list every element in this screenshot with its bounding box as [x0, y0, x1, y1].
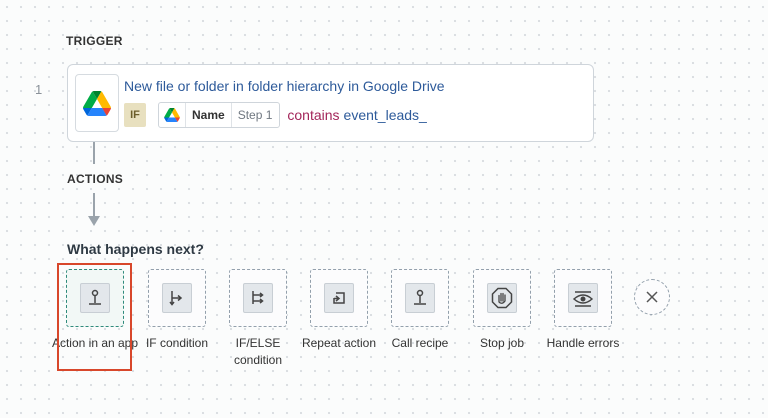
next-step-question: What happens next? — [67, 241, 204, 257]
close-button[interactable] — [634, 279, 670, 315]
option-stop-job[interactable]: Stop job — [473, 269, 531, 352]
connector-line — [93, 142, 95, 164]
stop-hand-icon — [487, 283, 517, 313]
trigger-card[interactable]: New file or folder in folder hierarchy i… — [67, 64, 594, 142]
trigger-section-label: TRIGGER — [66, 34, 123, 48]
option-label: Stop job — [479, 336, 525, 350]
actions-section-label: ACTIONS — [67, 172, 124, 186]
option-tile[interactable] — [473, 269, 531, 327]
repeat-icon — [324, 283, 354, 313]
option-tile[interactable] — [229, 269, 287, 327]
google-drive-icon — [83, 90, 111, 116]
option-label: Action in an app — [51, 336, 139, 350]
datapill-field-name: Name — [185, 103, 231, 127]
flow-arrow-line — [93, 193, 95, 217]
trigger-title[interactable]: New file or folder in folder hierarchy i… — [124, 78, 445, 94]
option-handle-errors[interactable]: Handle errors — [547, 269, 619, 352]
option-tile[interactable] — [554, 269, 612, 327]
datapill-name[interactable]: Name Step 1 — [158, 102, 281, 128]
option-label: IF condition — [145, 336, 209, 350]
option-repeat-action[interactable]: Repeat action — [302, 269, 376, 352]
option-tile[interactable] — [391, 269, 449, 327]
option-tile[interactable] — [66, 269, 124, 327]
option-action-in-app[interactable]: Action in an app — [52, 269, 138, 352]
option-if-condition[interactable]: IF condition — [146, 269, 208, 352]
if-else-condition-icon — [243, 283, 273, 313]
google-drive-logo — [75, 74, 119, 132]
option-label: Call recipe — [391, 336, 449, 350]
option-if-else-condition[interactable]: IF/ELSE condition — [229, 269, 287, 369]
datapill-step: Step 1 — [230, 103, 280, 127]
call-recipe-icon — [405, 283, 435, 313]
option-tile[interactable] — [310, 269, 368, 327]
arrow-down-icon — [88, 216, 100, 226]
step-number: 1 — [35, 82, 43, 97]
option-tile[interactable] — [148, 269, 206, 327]
eye-icon — [568, 283, 598, 313]
condition-operator: contains — [287, 107, 340, 123]
trigger-condition: IF Name Step 1 contains event_leads_ — [124, 101, 427, 129]
google-drive-icon — [159, 108, 185, 122]
close-icon — [646, 291, 658, 303]
option-call-recipe[interactable]: Call recipe — [391, 269, 449, 352]
condition-value: event_leads_ — [343, 107, 427, 123]
option-label: IF/ELSE condition — [233, 336, 283, 367]
app-action-icon — [80, 283, 110, 313]
option-label: Repeat action — [301, 336, 377, 350]
if-badge: IF — [124, 103, 146, 127]
option-label: Handle errors — [546, 336, 620, 350]
if-condition-icon — [162, 283, 192, 313]
